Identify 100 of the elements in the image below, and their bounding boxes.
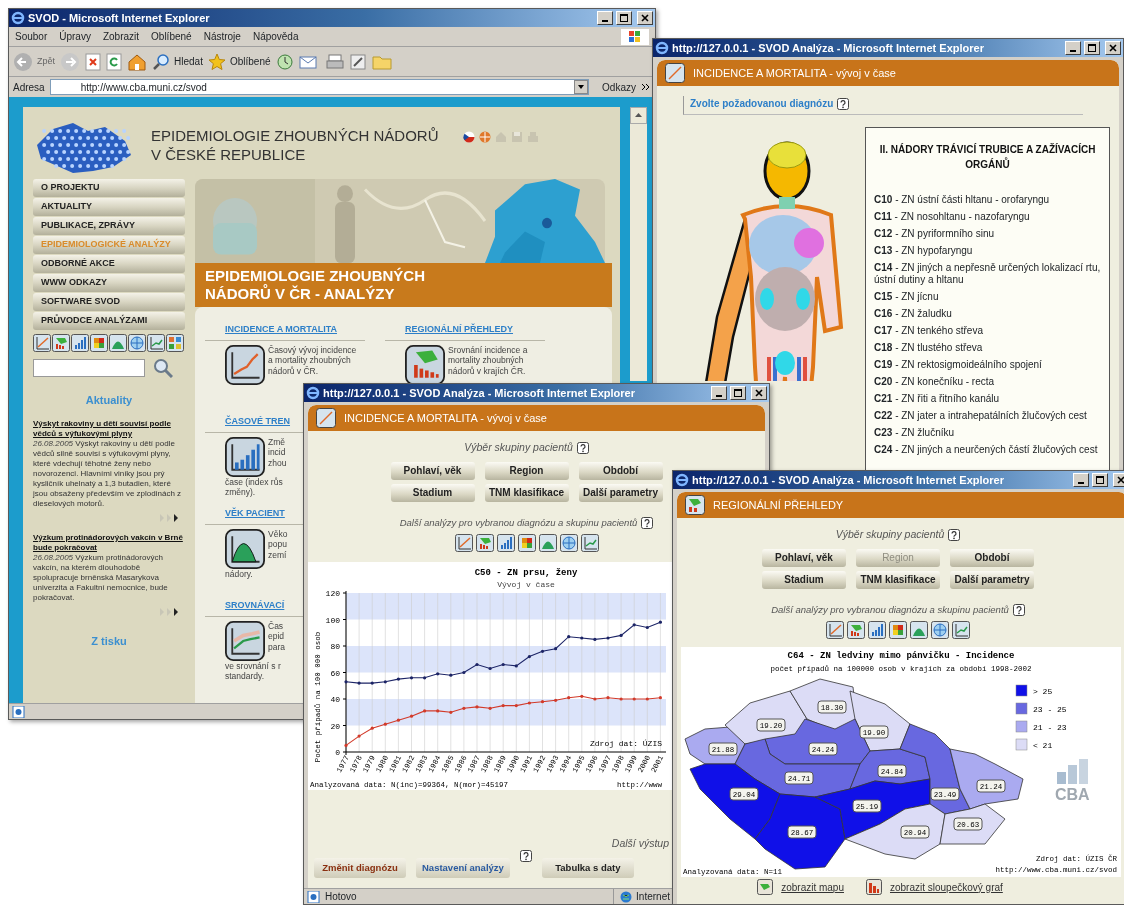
menu-item[interactable]: Nápověda	[252, 29, 299, 44]
diagnosis-link[interactable]: C11 - ZN nosohltanu - nazofaryngu	[874, 211, 1101, 223]
nav-item[interactable]: PRŮVODCE ANALÝZAMI	[33, 312, 185, 330]
group-button[interactable]: Pohlaví, věk	[390, 461, 475, 480]
bar-chart-icon[interactable]	[71, 334, 89, 352]
area-chart-icon[interactable]	[538, 534, 557, 552]
section-link[interactable]: ČASOVÉ TREN	[225, 415, 290, 429]
minimize-button[interactable]	[1073, 473, 1089, 487]
tile-icon[interactable]	[166, 334, 184, 352]
home-icon[interactable]	[127, 52, 147, 71]
links-label[interactable]: Odkazy	[602, 79, 636, 95]
scrollbar[interactable]	[630, 107, 647, 381]
region-shape[interactable]	[754, 793, 846, 870]
diagnosis-link[interactable]: C23 - ZN žlučníku	[874, 427, 1101, 439]
diagnosis-link[interactable]: C18 - ZN tlustého střeva	[874, 342, 1101, 354]
menu-item[interactable]: Oblíbené	[151, 29, 192, 44]
globe-icon[interactable]	[559, 534, 578, 552]
bar-chart-icon[interactable]	[866, 879, 882, 895]
diagnosis-link[interactable]: C14 - ZN jiných a nepřesně určených lokalizací rtu, ústní dutiny a hltanu	[874, 262, 1101, 286]
grid-chart-icon[interactable]	[90, 334, 108, 352]
section-link[interactable]: VĚK PACIENT	[225, 507, 285, 521]
menu-item[interactable]: Nástroje	[203, 29, 241, 44]
diagnosis-link[interactable]: C13 - ZN hypofaryngu	[874, 245, 1101, 257]
map-chart-icon[interactable]	[847, 621, 865, 639]
history-icon[interactable]	[275, 52, 294, 71]
group-button[interactable]: Stadium	[390, 483, 475, 502]
chevron-icon[interactable]	[641, 82, 651, 92]
menu-item[interactable]: Úpravy	[59, 29, 91, 44]
area-chart-icon[interactable]	[109, 334, 127, 352]
czech-flag-icon[interactable]	[462, 131, 475, 143]
help-icon[interactable]	[519, 850, 532, 862]
bar-chart-icon[interactable]	[496, 534, 515, 552]
maximize-button[interactable]	[616, 11, 632, 25]
diagnosis-link[interactable]: C15 - ZN jícnu	[874, 291, 1101, 303]
grid-chart-icon[interactable]	[517, 534, 536, 552]
stop-icon[interactable]	[85, 52, 101, 71]
help-icon[interactable]	[576, 441, 589, 454]
menu-item[interactable]: Zobrazit	[102, 29, 140, 44]
area-chart-icon[interactable]	[910, 621, 928, 639]
refresh-icon[interactable]	[106, 52, 122, 71]
action-button[interactable]: Tabulka s daty	[541, 858, 634, 878]
close-button[interactable]	[751, 386, 767, 400]
line-chart-icon[interactable]	[454, 534, 473, 552]
close-button[interactable]	[637, 11, 653, 25]
group-button[interactable]: TNM klasifikace	[484, 483, 569, 502]
diagnosis-link[interactable]: C24 - ZN jiných a neurčených částí žlučových cest	[874, 444, 1101, 456]
group-button[interactable]: Období	[950, 548, 1034, 567]
group-button[interactable]: Pohlaví, věk	[762, 548, 846, 567]
diagnosis-link[interactable]: C17 - ZN tenkého střeva	[874, 325, 1101, 337]
nav-item[interactable]: AKTUALITY	[33, 198, 185, 216]
nav-item[interactable]: O PROJEKTU	[33, 179, 185, 197]
view-link[interactable]: zobrazit sloupečkový graf	[890, 879, 1003, 895]
nav-item[interactable]: SOFTWARE SVOD	[33, 293, 185, 311]
group-button[interactable]: Období	[578, 461, 663, 480]
minimize-button[interactable]	[1065, 41, 1081, 55]
nav-item[interactable]: PUBLIKACE, ZPRÁVY	[33, 217, 185, 235]
minimize-button[interactable]	[711, 386, 727, 400]
map-chart-icon[interactable]	[52, 334, 70, 352]
map-chart-icon[interactable]	[475, 534, 494, 552]
search-field[interactable]	[33, 359, 145, 377]
address-field[interactable]: http://www.cba.muni.cz/svod	[49, 79, 590, 95]
line-chart-icon[interactable]	[33, 334, 51, 352]
diagnosis-link[interactable]: C20 - ZN konečníku - recta	[874, 376, 1101, 388]
nav-item[interactable]: WWW ODKAZY	[33, 274, 185, 292]
group-button[interactable]: Stadium	[762, 570, 846, 589]
map-bars-icon[interactable]	[405, 344, 445, 385]
printer-icon[interactable]	[325, 52, 344, 71]
trend-chart-icon[interactable]	[952, 621, 970, 639]
grid-chart-icon[interactable]	[889, 621, 907, 639]
help-icon[interactable]	[1012, 603, 1025, 616]
group-button[interactable]: Další parametry	[578, 483, 663, 502]
diagnosis-link[interactable]: C22 - ZN jater a intrahepatálních žlučových cest	[874, 410, 1101, 422]
bell-curve-icon[interactable]	[225, 528, 265, 569]
news-headline[interactable]: Výzkum protinádorových vakcín v Brně bude pokračovat	[33, 532, 185, 553]
section-link[interactable]: REGIONÁLNÍ PŘEHLEDY	[405, 323, 513, 337]
section-link[interactable]: SROVNÁVACÍ	[225, 599, 285, 613]
minimize-button[interactable]	[597, 11, 613, 25]
globe-icon[interactable]	[128, 334, 146, 352]
bar-chart-icon[interactable]	[868, 621, 886, 639]
diagnosis-link[interactable]: C19 - ZN rektosigmoideálního spojení	[874, 359, 1101, 371]
search-button[interactable]: Hledat	[152, 52, 203, 71]
maximize-button[interactable]	[730, 386, 746, 400]
search-icon[interactable]	[153, 358, 173, 378]
help-icon[interactable]	[948, 528, 961, 541]
maximize-button[interactable]	[1084, 41, 1100, 55]
map-icon[interactable]	[757, 879, 774, 895]
diagnosis-link[interactable]: C21 - ZN řiti a řitního kanálu	[874, 393, 1101, 405]
nav-item[interactable]: ODBORNÉ AKCE	[33, 255, 185, 273]
trend-chart-icon[interactable]	[147, 334, 165, 352]
help-icon[interactable]	[641, 516, 654, 529]
trend-bars-icon[interactable]	[225, 436, 265, 477]
menu-item[interactable]: Soubor	[15, 29, 48, 44]
globe-icon[interactable]	[931, 621, 949, 639]
back-button[interactable]: Zpět	[13, 51, 55, 72]
trend-chart-icon[interactable]	[580, 534, 599, 552]
close-button[interactable]	[1105, 41, 1121, 55]
scroll-up-icon[interactable]	[630, 107, 647, 124]
line-chart-icon[interactable]	[826, 621, 844, 639]
diagnosis-link[interactable]: C10 - ZN ústní části hltanu - orofaryngu	[874, 194, 1101, 206]
edit-icon[interactable]	[348, 52, 367, 71]
